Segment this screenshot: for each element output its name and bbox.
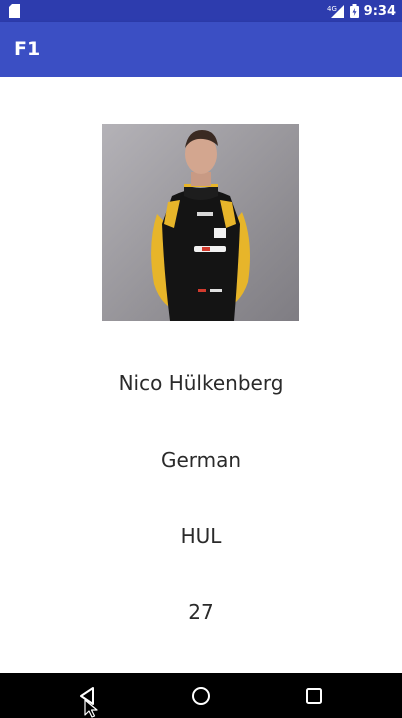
driver-portrait-image bbox=[151, 130, 250, 321]
status-time: 9:34 bbox=[363, 3, 396, 19]
driver-nationality: German bbox=[160, 448, 242, 472]
app-bar: F1 bbox=[0, 22, 402, 77]
navigation-bar bbox=[0, 673, 402, 718]
driver-code: HUL bbox=[180, 524, 222, 548]
driver-name: Nico Hülkenberg bbox=[118, 371, 284, 395]
app-title: F1 bbox=[14, 38, 41, 60]
network-type-label: 4G bbox=[327, 5, 337, 13]
driver-detail: Nico Hülkenberg German HUL 27 bbox=[0, 77, 402, 673]
home-icon[interactable] bbox=[189, 684, 213, 708]
signal-icon: 4G bbox=[327, 5, 344, 18]
recents-icon[interactable] bbox=[302, 684, 326, 708]
status-icons: 4G 9:34 bbox=[327, 0, 396, 22]
driver-number: 27 bbox=[188, 600, 214, 624]
status-bar: 4G 9:34 bbox=[0, 0, 402, 22]
sd-card-icon bbox=[9, 4, 20, 18]
driver-photo bbox=[102, 124, 299, 321]
battery-icon bbox=[349, 4, 359, 18]
mouse-cursor-icon bbox=[84, 699, 98, 718]
